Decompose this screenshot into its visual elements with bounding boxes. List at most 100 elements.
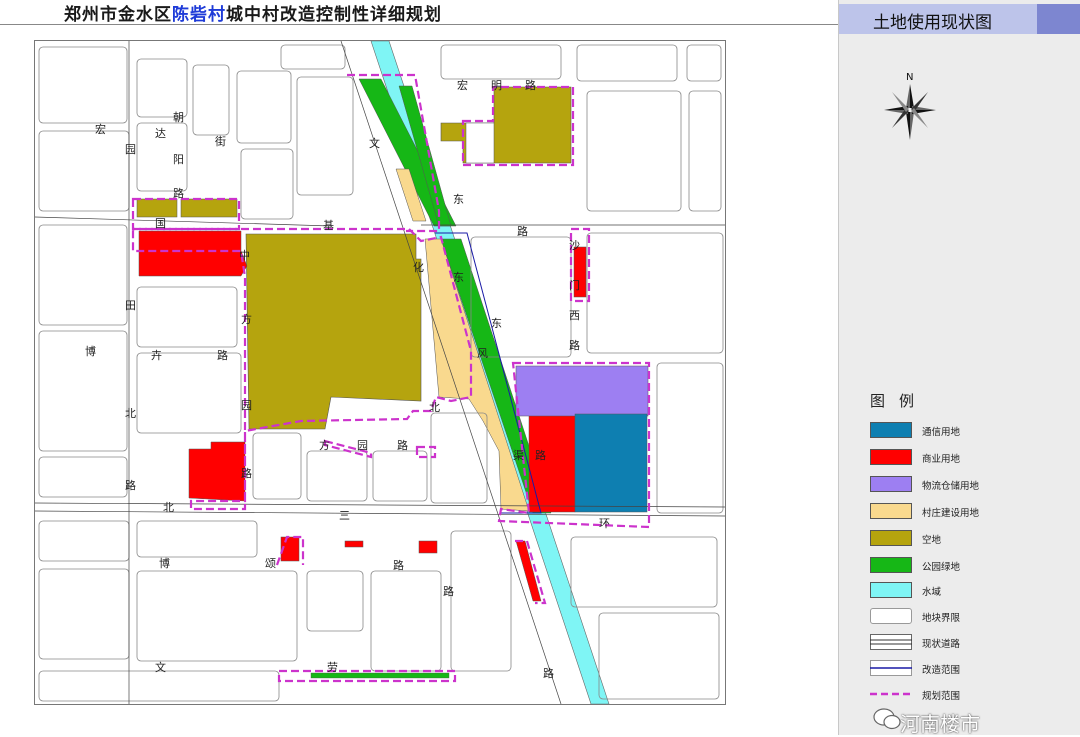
logistics-land bbox=[515, 365, 649, 417]
legend-item-parcel-boundary: 地块界限 bbox=[870, 608, 1070, 626]
telecom-land bbox=[574, 413, 648, 513]
legend-label-planning: 规划范围 bbox=[922, 691, 961, 702]
label-wen2: 文 bbox=[155, 660, 166, 674]
title-highlight: 陈砦村 bbox=[172, 5, 226, 25]
label-xi: 西 bbox=[569, 309, 580, 322]
label-lao: 劳 bbox=[327, 661, 338, 674]
label-qi: 卉 bbox=[151, 349, 162, 362]
label-yuan: 园 bbox=[125, 143, 136, 156]
label-hongming1: 宏 bbox=[457, 78, 468, 92]
label-san: 三 bbox=[339, 509, 350, 522]
label-lu9: 路 bbox=[393, 559, 404, 572]
label-zhong: 中 bbox=[239, 249, 250, 262]
label-bo2: 博 bbox=[159, 557, 170, 570]
legend-label-water: 水域 bbox=[922, 587, 942, 598]
label-hongming3: 路 bbox=[525, 79, 536, 92]
label-song: 颂 bbox=[265, 557, 276, 570]
label-lu3: 路 bbox=[241, 467, 252, 480]
legend-item-vacant: 空地 bbox=[870, 530, 1070, 548]
label-dong1: 东 bbox=[453, 271, 464, 284]
vacant-land-ne bbox=[440, 86, 572, 164]
label-wen: 文 bbox=[369, 136, 380, 150]
vacant-land-w1 bbox=[136, 198, 178, 218]
label-ji: 基 bbox=[323, 219, 334, 232]
legend-swatch-village bbox=[870, 503, 912, 519]
map-title: 郑州市金水区陈砦村城中村改造控制性详细规划 bbox=[64, 0, 442, 25]
commercial-land-1 bbox=[138, 230, 248, 277]
vacant-land-center bbox=[245, 233, 422, 430]
compass-north-label: N bbox=[906, 72, 913, 83]
compass-rose-icon: N bbox=[884, 72, 936, 140]
label-hongming2: 明 bbox=[491, 79, 502, 92]
label-yang: 阳 bbox=[173, 153, 184, 166]
label-lu7: 路 bbox=[569, 339, 580, 352]
label-tian: 田 bbox=[125, 299, 136, 312]
legend-swatch-planning bbox=[870, 692, 912, 696]
legend-label-commercial: 商业用地 bbox=[922, 454, 961, 465]
land-use-map: 宏 园 达 朝 阳 街 路 国 中 田 方 博 卉 路 北 园 路 路 北 文 … bbox=[34, 40, 726, 705]
label-lu1: 路 bbox=[173, 187, 184, 200]
commercial-land-8 bbox=[515, 540, 542, 602]
label-lu5: 路 bbox=[535, 449, 546, 462]
label-dong2: 东 bbox=[491, 317, 502, 330]
legend-item-current-road: 现状道路 bbox=[870, 634, 1070, 652]
legend-swatch-reconstruction bbox=[870, 660, 912, 676]
label-bei1: 北 bbox=[125, 407, 136, 420]
legend-label-current-road: 现状道路 bbox=[922, 639, 961, 650]
label-men: 门 bbox=[569, 278, 580, 292]
label-lu2: 路 bbox=[217, 349, 228, 362]
legend-label-logistics: 物流仓储用地 bbox=[922, 481, 980, 492]
watermark-text: 河南楼市 bbox=[900, 712, 980, 736]
label-bei2: 北 bbox=[163, 501, 174, 514]
label-guo: 国 bbox=[155, 217, 166, 230]
label-da: 达 bbox=[155, 127, 166, 140]
legend-swatch-current-road bbox=[870, 634, 912, 650]
label-lu4: 路 bbox=[125, 479, 136, 492]
legend-item-telecom: 通信用地 bbox=[870, 422, 1070, 440]
legend-swatch-telecom bbox=[870, 422, 912, 438]
chat-bubble-icon bbox=[873, 708, 901, 730]
legend-label-reconstruction: 改造范围 bbox=[922, 665, 961, 676]
commercial-land-3 bbox=[528, 413, 576, 513]
title-part-1: 郑州市金水区 bbox=[64, 5, 172, 25]
legend-item-commercial: 商业用地 bbox=[870, 449, 1070, 467]
legend-swatch-water bbox=[870, 582, 912, 598]
commercial-land-6 bbox=[418, 540, 438, 554]
legend-label-park: 公园绿地 bbox=[922, 562, 961, 573]
legend-label-telecom: 通信用地 bbox=[922, 427, 961, 438]
panel-header-accent bbox=[1037, 4, 1080, 34]
title-divider bbox=[0, 24, 838, 25]
legend-item-planning: 规划范围 bbox=[870, 686, 1070, 704]
label-yuan2: 园 bbox=[241, 399, 252, 412]
label-lu6: 路 bbox=[517, 225, 528, 238]
label-lu11: 路 bbox=[543, 667, 554, 680]
label-hua: 化 bbox=[413, 260, 424, 274]
title-part-2: 城中村改造控制性详细规划 bbox=[226, 5, 442, 25]
legend-swatch-logistics bbox=[870, 476, 912, 492]
label-huan: 环 bbox=[599, 517, 610, 530]
label-dong3: 东 bbox=[453, 193, 464, 206]
label-jie: 街 bbox=[215, 134, 226, 148]
legend-label-parcel-boundary: 地块界限 bbox=[922, 613, 961, 624]
label-chao: 朝 bbox=[173, 111, 184, 124]
vacant-land-ne-gap bbox=[465, 122, 495, 164]
vacant-land-w2 bbox=[180, 198, 238, 218]
panel-title: 土地使用现状图 bbox=[873, 13, 992, 33]
label-fang2: 方 bbox=[319, 438, 330, 452]
legend-swatch-vacant bbox=[870, 530, 912, 546]
label-lu8: 路 bbox=[397, 439, 408, 452]
label-lu10: 路 bbox=[443, 585, 454, 598]
map-frame: 宏 园 达 朝 阳 街 路 国 中 田 方 博 卉 路 北 园 路 路 北 文 … bbox=[34, 40, 726, 705]
legend-label-village: 村庄建设用地 bbox=[922, 508, 980, 519]
legend-item-park: 公园绿地 bbox=[870, 557, 1070, 575]
legend-title: 图例 bbox=[870, 392, 929, 410]
label-fang: 方 bbox=[241, 312, 252, 326]
label-sha: 沙 bbox=[569, 239, 580, 252]
legend-item-village: 村庄建设用地 bbox=[870, 503, 1070, 521]
label-feng: 风 bbox=[477, 347, 488, 360]
label-bo: 博 bbox=[85, 345, 96, 358]
label-yuan3: 园 bbox=[357, 439, 368, 452]
label-qu: 渠 bbox=[513, 449, 524, 462]
label-hong: 宏 bbox=[95, 122, 106, 136]
label-bei3: 北 bbox=[429, 401, 440, 414]
